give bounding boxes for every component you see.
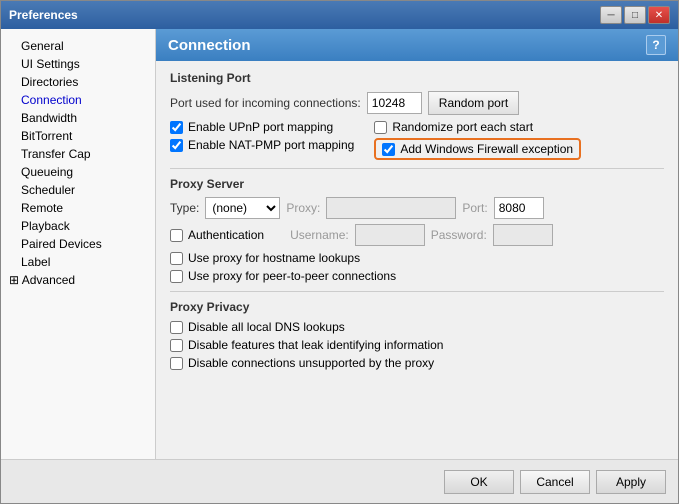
window-title: Preferences	[9, 8, 78, 22]
nat-label: Enable NAT-PMP port mapping	[188, 138, 354, 152]
unsupported-row: Disable connections unsupported by the p…	[170, 356, 664, 370]
minimize-button[interactable]: ─	[600, 6, 622, 24]
proxy-field-label: Proxy:	[286, 201, 320, 215]
proxy-input[interactable]	[326, 197, 456, 219]
p2p-label: Use proxy for peer-to-peer connections	[188, 269, 396, 283]
sidebar-item-connection[interactable]: Connection	[1, 91, 155, 109]
randomize-checkbox[interactable]	[374, 121, 387, 134]
divider-1	[170, 168, 664, 169]
proxy-port-input[interactable]	[494, 197, 544, 219]
firewall-label: Add Windows Firewall exception	[400, 142, 573, 156]
random-port-button[interactable]: Random port	[428, 91, 519, 115]
randomize-row: Randomize port each start	[374, 120, 581, 134]
port-input[interactable]	[367, 92, 422, 114]
apply-button[interactable]: Apply	[596, 470, 666, 494]
main-panel: Connection ? Listening Port Port used fo…	[156, 29, 678, 459]
hostname-row: Use proxy for hostname lookups	[170, 251, 664, 265]
port-label: Port used for incoming connections:	[170, 96, 361, 110]
help-button[interactable]: ?	[646, 35, 666, 55]
username-input[interactable]	[355, 224, 425, 246]
sidebar: General UI Settings Directories Connecti…	[1, 29, 156, 459]
ok-button[interactable]: OK	[444, 470, 514, 494]
title-bar-controls: ─ □ ✕	[600, 6, 670, 24]
panel-header: Connection ?	[156, 29, 678, 61]
dns-checkbox[interactable]	[170, 321, 183, 334]
auth-checkbox[interactable]	[170, 229, 183, 242]
panel-body: Listening Port Port used for incoming co…	[156, 61, 678, 384]
auth-label: Authentication	[188, 228, 264, 242]
proxy-privacy-section-label: Proxy Privacy	[170, 300, 664, 314]
sidebar-item-label[interactable]: Label	[1, 253, 155, 271]
firewall-checkbox[interactable]	[382, 143, 395, 156]
hostname-label: Use proxy for hostname lookups	[188, 251, 360, 265]
proxy-type-row: Type: (none) HTTP HTTPS SOCKS4 SOCKS5 Pr…	[170, 197, 664, 219]
nat-row: Enable NAT-PMP port mapping	[170, 138, 354, 152]
maximize-button[interactable]: □	[624, 6, 646, 24]
cancel-button[interactable]: Cancel	[520, 470, 590, 494]
title-bar: Preferences ─ □ ✕	[1, 1, 678, 29]
proxy-port-label: Port:	[462, 201, 487, 215]
sidebar-item-directories[interactable]: Directories	[1, 73, 155, 91]
upnp-row: Enable UPnP port mapping	[170, 120, 354, 134]
sidebar-item-queueing[interactable]: Queueing	[1, 163, 155, 181]
content-area: General UI Settings Directories Connecti…	[1, 29, 678, 459]
dns-label: Disable all local DNS lookups	[188, 320, 345, 334]
leak-row: Disable features that leak identifying i…	[170, 338, 664, 352]
type-select[interactable]: (none) HTTP HTTPS SOCKS4 SOCKS5	[205, 197, 280, 219]
divider-2	[170, 291, 664, 292]
firewall-highlighted-box: Add Windows Firewall exception	[374, 138, 581, 160]
nat-checkbox[interactable]	[170, 139, 183, 152]
sidebar-item-scheduler[interactable]: Scheduler	[1, 181, 155, 199]
unsupported-checkbox[interactable]	[170, 357, 183, 370]
username-label: Username:	[290, 228, 349, 242]
upnp-checkbox[interactable]	[170, 121, 183, 134]
p2p-row: Use proxy for peer-to-peer connections	[170, 269, 664, 283]
hostname-checkbox[interactable]	[170, 252, 183, 265]
sidebar-item-advanced[interactable]: ⊞ Advanced	[1, 271, 155, 289]
dns-row: Disable all local DNS lookups	[170, 320, 664, 334]
sidebar-item-general[interactable]: General	[1, 37, 155, 55]
port-row: Port used for incoming connections: Rand…	[170, 91, 664, 115]
password-input[interactable]	[493, 224, 553, 246]
auth-row: Authentication Username: Password:	[170, 224, 664, 246]
auth-checkbox-row: Authentication	[170, 228, 264, 242]
sidebar-item-bandwidth[interactable]: Bandwidth	[1, 109, 155, 127]
right-checkboxes: Randomize port each start Add Windows Fi…	[374, 120, 581, 160]
tree-expand-icon: ⊞	[9, 273, 22, 287]
sidebar-item-remote[interactable]: Remote	[1, 199, 155, 217]
listening-port-section-label: Listening Port	[170, 71, 664, 85]
p2p-checkbox[interactable]	[170, 270, 183, 283]
sidebar-item-playback[interactable]: Playback	[1, 217, 155, 235]
sidebar-item-transfer-cap[interactable]: Transfer Cap	[1, 145, 155, 163]
checkbox-cols: Enable UPnP port mapping Enable NAT-PMP …	[170, 120, 664, 160]
randomize-label: Randomize port each start	[392, 120, 533, 134]
proxy-section-label: Proxy Server	[170, 177, 664, 191]
sidebar-item-bittorrent[interactable]: BitTorrent	[1, 127, 155, 145]
sidebar-item-paired-devices[interactable]: Paired Devices	[1, 235, 155, 253]
left-checkboxes: Enable UPnP port mapping Enable NAT-PMP …	[170, 120, 354, 160]
leak-label: Disable features that leak identifying i…	[188, 338, 443, 352]
preferences-window: Preferences ─ □ ✕ General UI Settings Di…	[0, 0, 679, 504]
upnp-label: Enable UPnP port mapping	[188, 120, 333, 134]
password-label: Password:	[431, 228, 487, 242]
leak-checkbox[interactable]	[170, 339, 183, 352]
panel-title: Connection	[168, 37, 251, 54]
type-label: Type:	[170, 201, 199, 215]
footer: OK Cancel Apply	[1, 459, 678, 503]
unsupported-label: Disable connections unsupported by the p…	[188, 356, 434, 370]
sidebar-item-ui-settings[interactable]: UI Settings	[1, 55, 155, 73]
close-button[interactable]: ✕	[648, 6, 670, 24]
